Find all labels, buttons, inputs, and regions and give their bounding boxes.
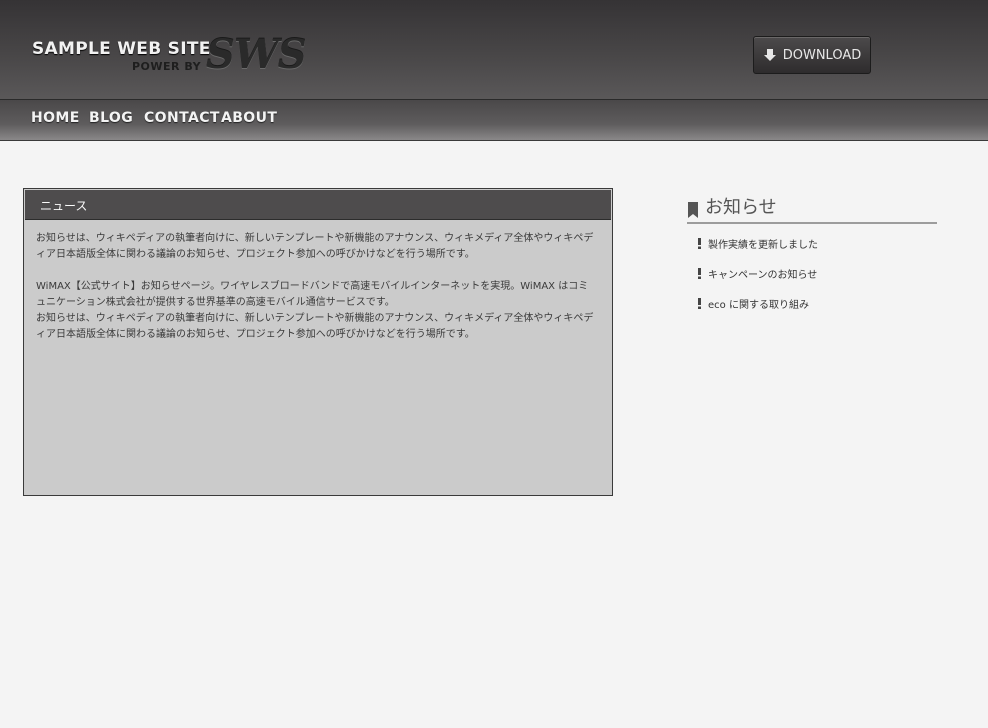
- notice-item[interactable]: eco に関する取り組み: [697, 296, 809, 311]
- news-paragraph: お知らせは、ウィキペディアの執筆者向けに、新しいテンプレートや新機能のアナウンス…: [36, 233, 594, 260]
- nav-item-home[interactable]: HOME: [31, 110, 80, 126]
- notice-item-label: 製作実績を更新しました: [708, 240, 818, 251]
- site-logo-mark[interactable]: SWS: [206, 32, 307, 78]
- news-panel-body: お知らせは、ウィキペディアの執筆者向けに、新しいテンプレートや新機能のアナウンス…: [36, 231, 596, 343]
- exclamation-icon: [697, 238, 702, 249]
- notice-item[interactable]: 製作実績を更新しました: [697, 236, 818, 251]
- notice-item-label: eco に関する取り組み: [708, 300, 809, 311]
- main-nav: HOME BLOG CONTACT ABOUT: [0, 100, 988, 141]
- nav-item-contact[interactable]: CONTACT: [144, 110, 220, 126]
- down-arrow-icon: [763, 48, 777, 62]
- bookmark-icon: [688, 202, 698, 218]
- news-paragraph: お知らせは、ウィキペディアの執筆者向けに、新しいテンプレートや新機能のアナウンス…: [36, 313, 594, 340]
- notices-heading: お知らせ: [687, 196, 937, 224]
- exclamation-icon: [697, 268, 702, 279]
- nav-item-blog[interactable]: BLOG: [89, 110, 133, 126]
- notice-item-label: キャンペーンのお知らせ: [708, 270, 818, 281]
- news-panel-header: ニュース: [25, 190, 611, 220]
- site-logo-title[interactable]: SAMPLE WEB SITE: [32, 39, 211, 59]
- news-paragraph: WiMAX【公式サイト】お知らせページ。ワイヤレスブロードバンドで高速モバイルイ…: [36, 281, 589, 308]
- download-button-label: DOWNLOAD: [782, 47, 862, 63]
- news-panel: ニュース お知らせは、ウィキペディアの執筆者向けに、新しいテンプレートや新機能の…: [23, 188, 613, 496]
- notices-title: お知らせ: [705, 197, 777, 218]
- exclamation-icon: [697, 298, 702, 309]
- download-button[interactable]: DOWNLOAD: [753, 36, 871, 74]
- site-header: SAMPLE WEB SITE POWER BY SWS DOWNLOAD: [0, 0, 988, 100]
- nav-item-about[interactable]: ABOUT: [221, 110, 277, 126]
- notice-item[interactable]: キャンペーンのお知らせ: [697, 266, 817, 281]
- news-panel-title: ニュース: [40, 199, 88, 213]
- site-logo-subtitle: POWER BY: [132, 60, 202, 73]
